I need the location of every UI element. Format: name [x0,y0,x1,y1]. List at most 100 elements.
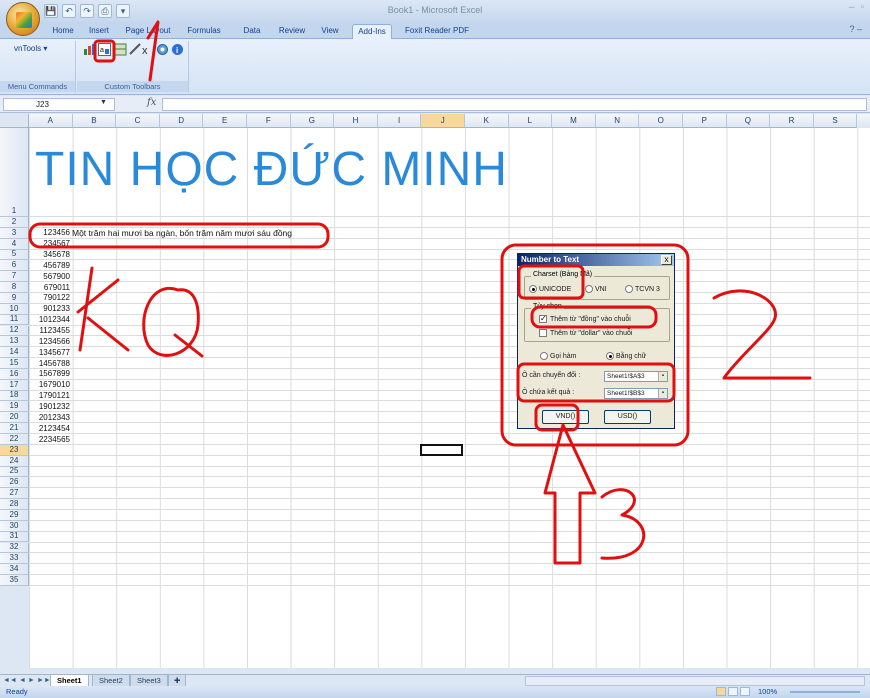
row-header[interactable]: 31 [0,531,29,543]
cell-a22[interactable]: 2234565 [29,435,70,444]
row-header[interactable]: 3 [0,228,29,239]
radio-goi-ham[interactable]: Gọi hàm [540,352,576,360]
cell-a11[interactable]: 1012344 [29,315,70,324]
wrench-icon[interactable] [128,43,141,56]
row-header[interactable]: 5 [0,249,29,261]
ribbon-minimize-icon[interactable]: – [857,24,862,34]
usd-button[interactable]: USD() [604,410,651,424]
sheet-title-cell[interactable]: TIN HỌC ĐỨC MINH [35,142,508,197]
cell-a10[interactable]: 901233 [29,304,70,313]
minimize-icon[interactable]: – [849,2,855,13]
restore-icon[interactable]: ▫ [860,2,864,13]
select-all-button[interactable] [0,114,29,128]
column-header[interactable]: E [203,114,247,128]
target-refedit-icon[interactable]: ▪ [658,389,667,398]
tab-page-layout[interactable]: Page Layout [118,24,178,39]
cell-a21[interactable]: 2123454 [29,424,70,433]
cell-a15[interactable]: 1456788 [29,359,70,368]
tab-add-ins[interactable]: Add-Ins [352,24,392,39]
cell-a7[interactable]: 567900 [29,272,70,281]
row-header[interactable]: 34 [0,564,29,576]
name-box-dropdown-icon[interactable]: ▼ [100,99,107,106]
vnd-button[interactable]: VND() [542,410,589,424]
column-header[interactable]: N [595,114,640,128]
active-cell-j23[interactable] [420,443,464,456]
radio-bang-chu[interactable]: Bằng chữ [606,352,646,360]
insert-function-icon[interactable]: fx [147,97,156,108]
row-header[interactable]: 10 [0,304,29,315]
zoom-level[interactable]: 100% [758,686,777,698]
row-header[interactable]: 17 [0,380,29,391]
vntools-menu[interactable]: vnTools ▾ [14,44,47,53]
cell-a5[interactable]: 345678 [29,250,70,259]
refresh-icon[interactable] [156,43,169,56]
row-header[interactable]: 35 [0,575,29,586]
row-header[interactable]: 12 [0,325,29,337]
page-layout-view-icon[interactable] [728,687,738,696]
row-header[interactable]: 2 [0,217,29,228]
row-header[interactable]: 14 [0,347,29,359]
cell-a4[interactable]: 234567 [29,239,70,248]
grid-tool-icon[interactable] [114,43,127,56]
column-header[interactable]: F [247,114,291,128]
row-header[interactable]: 9 [0,293,29,304]
row-header[interactable]: 24 [0,456,29,467]
row-header[interactable]: 15 [0,358,29,369]
column-header[interactable]: D [159,114,204,128]
row-header[interactable]: 13 [0,336,29,348]
radio-tcvn3[interactable]: TCVN 3 [625,285,660,293]
column-header[interactable]: O [639,114,683,128]
row-header[interactable]: 21 [0,423,29,434]
radio-unicode[interactable]: UNICODE [529,285,571,293]
tab-foxit-reader-pdf[interactable]: Foxit Reader PDF [398,24,476,39]
cell-a9[interactable]: 790122 [29,293,70,302]
column-header[interactable]: S [813,114,858,128]
cell-a13[interactable]: 1234566 [29,337,70,346]
office-button[interactable] [6,2,40,36]
row-header[interactable]: 20 [0,412,29,424]
tab-insert[interactable]: Insert [84,24,114,39]
row-header[interactable]: 1 [0,128,29,217]
zoom-slider[interactable] [790,691,860,693]
row-header[interactable]: 23 [0,445,29,456]
cell-a3[interactable]: 123456 [29,228,70,237]
row-header[interactable]: 22 [0,434,29,445]
tab-home[interactable]: Home [48,24,78,39]
column-header[interactable]: B [72,114,117,128]
cell-a12[interactable]: 1123455 [29,326,70,335]
row-header[interactable]: 29 [0,510,29,521]
column-header[interactable]: L [508,114,553,128]
target-cell-input[interactable]: Sheet1!$B$3 ▪ [604,388,668,399]
row-header[interactable]: 8 [0,282,29,293]
cell-a20[interactable]: 2012343 [29,413,70,422]
column-header[interactable]: H [334,114,378,128]
row-header[interactable]: 11 [0,314,29,326]
row-header[interactable]: 26 [0,477,29,489]
row-header[interactable]: 7 [0,271,29,283]
cell-a18[interactable]: 1790121 [29,391,70,400]
row-header[interactable]: 19 [0,401,29,413]
row-header[interactable]: 18 [0,390,29,402]
column-header[interactable]: K [465,114,509,128]
source-refedit-icon[interactable]: ▪ [658,372,667,381]
cell-a17[interactable]: 1679010 [29,380,70,389]
cell-a8[interactable]: 679011 [29,283,70,292]
check-dong[interactable]: ✓ Thêm từ "đồng" vào chuỗi [539,315,631,323]
column-header[interactable]: J [421,114,465,128]
chart-icon[interactable] [83,43,96,56]
cell-a6[interactable]: 456789 [29,261,70,270]
name-box[interactable]: J23 [3,98,115,111]
info-icon[interactable]: i [171,43,184,56]
normal-view-icon[interactable] [716,687,726,696]
cell-b3[interactable]: Một trăm hai mươi ba ngàn, bốn trăm năm … [72,228,292,238]
source-cell-input[interactable]: Sheet1!$A$3 ▪ [604,371,668,382]
cell-a19[interactable]: 1901232 [29,402,70,411]
row-header[interactable]: 4 [0,239,29,250]
column-header[interactable]: P [683,114,727,128]
page-break-view-icon[interactable] [740,687,750,696]
row-header[interactable]: 33 [0,553,29,565]
dialog-close-button[interactable]: x [661,255,672,265]
tab-review[interactable]: Review [274,24,310,39]
tab-view[interactable]: View [316,24,344,39]
worksheet-grid[interactable]: TIN HỌC ĐỨC MINH Một trăm hai mươi ba ng… [29,128,870,668]
